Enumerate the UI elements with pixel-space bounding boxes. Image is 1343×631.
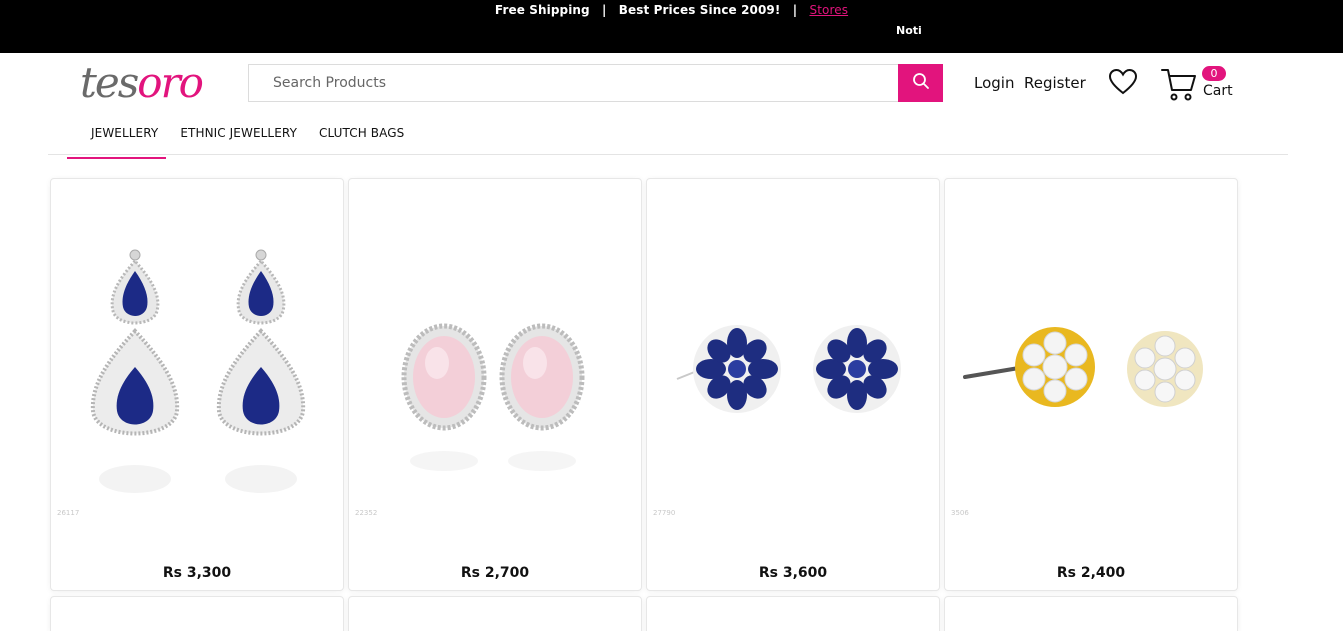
separator: | xyxy=(602,3,607,17)
active-tab-indicator xyxy=(67,157,166,159)
best-prices-text: Best Prices Since 2009! xyxy=(618,3,781,17)
announcement-bar: Free Shipping | Best Prices Since 2009! … xyxy=(0,0,1343,53)
nav-item-clutch-bags[interactable]: CLUTCH BAGS xyxy=(319,126,404,146)
product-card[interactable] xyxy=(944,596,1238,631)
login-link[interactable]: Login xyxy=(974,74,1014,92)
free-shipping-text: Free Shipping xyxy=(494,3,590,17)
logo-text-part1: tes xyxy=(80,58,139,107)
category-nav: JEWELLERY ETHNIC JEWELLERY CLUTCH BAGS xyxy=(80,126,426,146)
wishlist-button[interactable] xyxy=(1108,68,1138,96)
product-card[interactable] xyxy=(646,596,940,631)
site-logo[interactable]: tesoro xyxy=(80,58,204,107)
blue-flower-stud-earrings-icon xyxy=(676,325,901,413)
search-bar xyxy=(248,64,943,102)
cart-button[interactable]: 0 Cart xyxy=(1160,66,1240,104)
heart-icon xyxy=(1108,68,1138,100)
search-input[interactable] xyxy=(249,65,899,101)
product-card[interactable]: 27790 Rs 3,600 xyxy=(646,178,940,591)
gold-cluster-stud-earrings-icon xyxy=(963,327,1203,407)
search-icon xyxy=(912,72,930,94)
product-sku: 22352 xyxy=(355,509,378,517)
product-card[interactable]: 26117 Rs 3,300 xyxy=(50,178,344,591)
product-price: Rs 3,300 xyxy=(162,565,232,581)
nav-item-ethnic-jewellery[interactable]: ETHNIC JEWELLERY xyxy=(180,126,297,146)
product-sku: 3506 xyxy=(951,509,969,517)
stores-link[interactable]: Stores xyxy=(809,3,848,17)
announcement-line: Free Shipping | Best Prices Since 2009! … xyxy=(0,3,1343,17)
product-sku: 26117 xyxy=(57,509,80,517)
pink-oval-stud-earrings-icon xyxy=(401,323,585,471)
logo-text-part2: oro xyxy=(137,58,204,107)
cart-count-badge: 0 xyxy=(1202,66,1226,81)
product-sku: 27790 xyxy=(653,509,676,517)
product-card[interactable]: 3506 Rs 2,400 xyxy=(944,178,1238,591)
cart-label: Cart xyxy=(1203,83,1233,99)
cart-icon xyxy=(1160,66,1198,108)
search-button[interactable] xyxy=(898,64,943,102)
register-link[interactable]: Register xyxy=(1024,74,1086,92)
sapphire-drop-earrings-icon xyxy=(90,249,306,493)
separator: | xyxy=(792,3,798,17)
product-card[interactable]: 22352 Rs 2,700 xyxy=(348,178,642,591)
product-price: Rs 3,600 xyxy=(758,565,828,581)
product-price: Rs 2,400 xyxy=(1056,565,1126,581)
notice-ticker: Noti xyxy=(896,24,922,37)
product-price: Rs 2,700 xyxy=(460,565,530,581)
nav-divider xyxy=(48,154,1288,155)
nav-item-jewellery[interactable]: JEWELLERY xyxy=(91,126,158,146)
product-card[interactable] xyxy=(348,596,642,631)
product-card[interactable] xyxy=(50,596,344,631)
